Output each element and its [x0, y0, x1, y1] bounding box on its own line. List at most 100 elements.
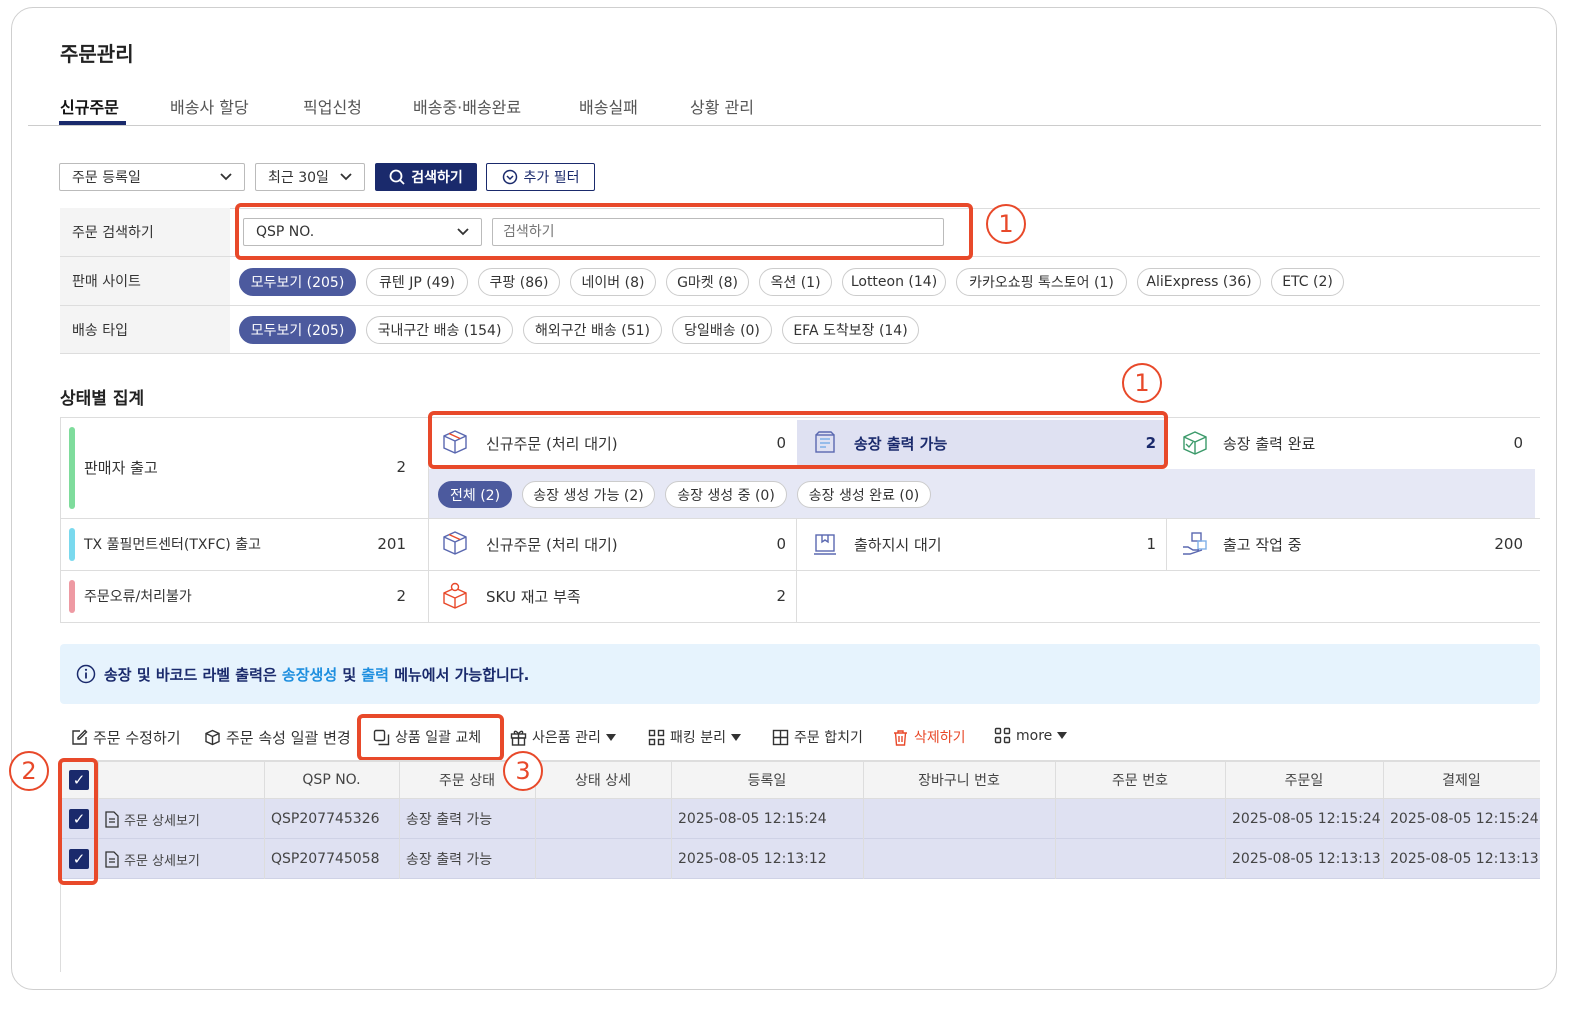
txfc-group-label: TX 풀필먼트센터(TXFC) 출고 — [84, 537, 261, 553]
merge-order-button[interactable]: 주문 합치기 — [772, 727, 863, 747]
box-warning-icon — [441, 582, 469, 610]
txfc-ship-wait-label[interactable]: 출하지시 대기 — [854, 532, 942, 556]
info-text-before: 송장 및 바코드 라벨 출력은 — [104, 665, 282, 684]
seller-color-bar — [69, 427, 75, 509]
th-order-date[interactable]: 주문일 — [1225, 762, 1383, 798]
merge-order-label: 주문 합치기 — [794, 730, 863, 746]
sub-chip-invoice-creating[interactable]: 송장 생성 중 (0) — [665, 481, 787, 508]
seller-invoice-done-count: 0 — [1513, 434, 1523, 452]
tab-pickup-request[interactable]: 픽업신청 — [303, 94, 362, 118]
boxes-hand-icon — [1181, 530, 1209, 558]
page-title: 주문관리 — [60, 42, 134, 66]
sales-site-chip-qoo10[interactable]: 큐텐 JP (49) — [366, 268, 468, 296]
cell-qsp-no: QSP207745326 — [271, 811, 380, 827]
trash-icon — [892, 729, 909, 746]
order-detail-label: 주문 상세보기 — [124, 813, 200, 829]
order-detail-link[interactable]: 주문 상세보기 — [104, 839, 200, 879]
summary-col-divider-2 — [796, 518, 797, 622]
annotation-2: 2 — [9, 751, 49, 791]
caret-down-icon — [730, 733, 741, 741]
gift-manage-label: 사은품 관리 — [532, 730, 601, 746]
cell-qsp-no: QSP207745058 — [271, 851, 380, 867]
th-qsp-no[interactable]: QSP NO. — [264, 762, 399, 798]
info-link-print[interactable]: 출력 — [361, 666, 389, 684]
packing-split-button[interactable]: 패킹 분리 — [648, 727, 741, 747]
period-select[interactable]: 최근 30일 — [255, 163, 365, 191]
error-group-label: 주문오류/처리불가 — [84, 589, 192, 605]
sub-chip-invoice-created[interactable]: 송장 생성 완료 (0) — [797, 481, 931, 508]
gift-manage-button[interactable]: 사은품 관리 — [510, 727, 616, 747]
sales-site-chip-naver[interactable]: 네이버 (8) — [570, 268, 656, 296]
th-status-detail[interactable]: 상태 상세 — [535, 762, 671, 798]
seller-group-label: 판매자 출고 — [84, 458, 158, 477]
error-color-bar — [69, 580, 75, 613]
sub-chip-all[interactable]: 전체 (2) — [438, 481, 512, 508]
delivery-type-chip-efa[interactable]: EFA 도착보장 (14) — [782, 316, 919, 344]
date-type-select[interactable]: 주문 등록일 — [59, 163, 245, 191]
tab-divider — [28, 125, 1541, 126]
order-detail-link[interactable]: 주문 상세보기 — [104, 799, 200, 839]
th-registered[interactable]: 등록일 — [671, 762, 863, 798]
cell-registered: 2025-08-05 12:15:24 — [678, 811, 827, 827]
tab-carrier-assign[interactable]: 배송사 할당 — [170, 94, 249, 118]
tab-new-orders[interactable]: 신규주문 — [60, 94, 119, 118]
sales-site-chip-all[interactable]: 모두보기 (205) — [239, 268, 356, 296]
th-paid-date[interactable]: 결제일 — [1383, 762, 1540, 798]
delivery-type-chip-domestic[interactable]: 국내구간 배송 (154) — [366, 316, 513, 344]
error-sku-label[interactable]: SKU 재고 부족 — [486, 584, 581, 608]
sales-site-chip-auction[interactable]: 옥션 (1) — [759, 268, 832, 296]
info-text-after: 메뉴에서 가능합니다. — [388, 665, 530, 684]
cell-paid-date: 2025-08-05 12:13:13 — [1390, 851, 1539, 867]
seller-group-count: 2 — [396, 458, 406, 476]
sales-site-chip-kakao[interactable]: 카카오쇼핑 톡스토어 (1) — [956, 268, 1127, 296]
info-link-invoice-create[interactable]: 송장생성 — [282, 666, 337, 684]
cell-order-date: 2025-08-05 12:15:24 — [1232, 811, 1381, 827]
grid-split-icon — [648, 729, 665, 746]
delivery-type-chip-sameday[interactable]: 당일배송 (0) — [672, 316, 772, 344]
delivery-type-chip-overseas[interactable]: 해외구간 배송 (51) — [523, 316, 662, 344]
caret-down-icon — [1057, 732, 1068, 739]
cell-paid-date: 2025-08-05 12:15:24 — [1390, 811, 1539, 827]
cell-registered: 2025-08-05 12:13:12 — [678, 851, 827, 867]
txfc-picking-label[interactable]: 출고 작업 중 — [1223, 532, 1302, 556]
chevron-down-icon — [340, 173, 352, 181]
th-order-no[interactable]: 주문 번호 — [1055, 762, 1225, 798]
tab-in-delivery[interactable]: 배송중·배송완료 — [413, 94, 521, 118]
error-sku-count: 2 — [776, 587, 786, 605]
sub-chip-invoice-creatable[interactable]: 송장 생성 가능 (2) — [522, 481, 655, 508]
chevron-down-icon — [220, 173, 232, 181]
edit-order-button[interactable]: 주문 수정하기 — [71, 727, 181, 748]
txfc-color-bar — [69, 528, 75, 561]
edit-order-label: 주문 수정하기 — [93, 729, 181, 747]
more-button[interactable]: more — [994, 727, 1068, 744]
sales-site-chip-gmarket[interactable]: G마켓 (8) — [666, 268, 749, 296]
txfc-new-order-label[interactable]: 신규주문 (처리 대기) — [486, 532, 618, 556]
info-banner: 송장 및 바코드 라벨 출력은 송장생성 및 출력 메뉴에서 가능합니다. — [60, 644, 1540, 704]
delivery-type-chip-all[interactable]: 모두보기 (205) — [239, 316, 356, 344]
sales-site-label: 판매 사이트 — [60, 257, 230, 305]
bulk-attribute-button[interactable]: 주문 속성 일괄 변경 — [204, 727, 351, 748]
seller-invoice-done-label[interactable]: 송장 출력 완료 — [1223, 431, 1315, 455]
table-col-divider — [98, 760, 99, 879]
box-3d-icon — [441, 530, 469, 556]
th-cart-no[interactable]: 장바구니 번호 — [863, 762, 1055, 798]
packing-split-label: 패킹 분리 — [670, 730, 726, 746]
order-detail-label: 주문 상세보기 — [124, 853, 200, 869]
sales-site-chip-aliexpress[interactable]: AliExpress (36) — [1137, 268, 1261, 296]
box-check-icon — [1181, 430, 1209, 456]
tab-delivery-failed[interactable]: 배송실패 — [579, 94, 638, 118]
delete-button[interactable]: 삭제하기 — [892, 727, 966, 747]
error-group-count: 2 — [396, 587, 406, 605]
tab-status-manage[interactable]: 상황 관리 — [690, 94, 754, 118]
search-button[interactable]: 검색하기 — [375, 163, 477, 191]
delete-label: 삭제하기 — [914, 730, 966, 746]
add-filter-button[interactable]: 추가 필터 — [486, 163, 595, 191]
delivery-type-label: 배송 타입 — [60, 306, 230, 353]
sales-site-chip-coupang[interactable]: 쿠팡 (86) — [478, 268, 560, 296]
info-text: 송장 및 바코드 라벨 출력은 송장생성 및 출력 메뉴에서 가능합니다. — [104, 664, 529, 685]
sales-site-chip-etc[interactable]: ETC (2) — [1271, 268, 1344, 296]
summary-left-border — [60, 417, 61, 622]
txfc-new-order-count: 0 — [776, 535, 786, 553]
cell-order-date: 2025-08-05 12:13:13 — [1232, 851, 1381, 867]
sales-site-chip-lotteon[interactable]: Lotteon (14) — [842, 268, 946, 296]
